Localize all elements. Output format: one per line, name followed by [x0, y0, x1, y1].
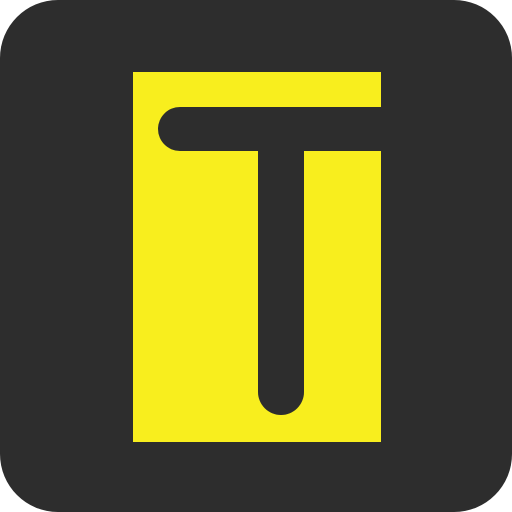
t-stem [258, 130, 304, 415]
app-icon[interactable] [0, 0, 512, 512]
app-icon-canvas [0, 0, 512, 512]
